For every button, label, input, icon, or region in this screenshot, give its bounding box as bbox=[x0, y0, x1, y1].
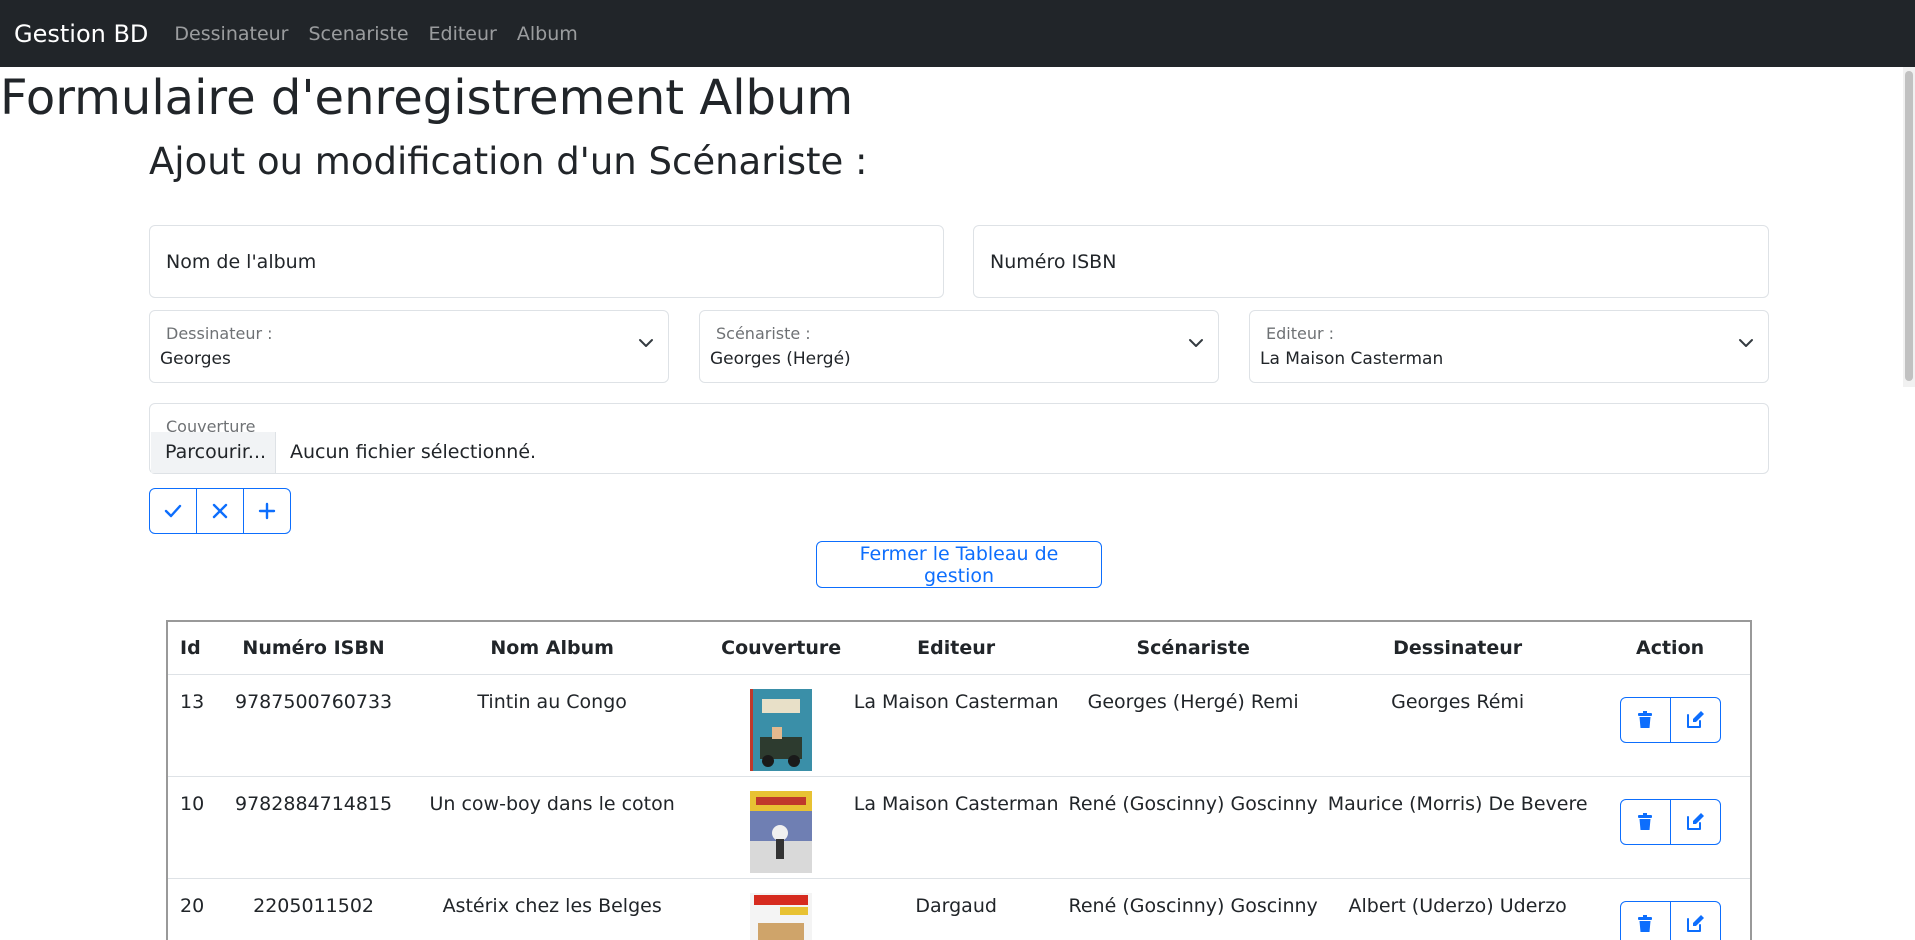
album-name-input[interactable] bbox=[149, 225, 944, 298]
table-row: 10 9782884714815 Un cow-boy dans le coto… bbox=[168, 776, 1750, 878]
chevron-down-icon bbox=[638, 337, 654, 349]
trash-icon bbox=[1637, 915, 1653, 933]
browse-button[interactable]: Parcourir... bbox=[151, 432, 276, 473]
cover-image bbox=[750, 893, 812, 940]
header-couverture: Couverture bbox=[711, 622, 851, 674]
cover-image bbox=[750, 689, 812, 771]
edit-button[interactable] bbox=[1670, 697, 1721, 743]
x-icon bbox=[211, 502, 229, 520]
dessinateur-select[interactable]: Dessinateur : Georges bbox=[149, 310, 669, 383]
editeur-select[interactable]: Editeur : La Maison Casterman bbox=[1249, 310, 1769, 383]
cell-editeur: Dargaud bbox=[851, 878, 1061, 940]
file-status: Aucun fichier sélectionné. bbox=[290, 432, 536, 473]
header-dessinateur: Dessinateur bbox=[1325, 622, 1590, 674]
cell-id: 10 bbox=[168, 776, 234, 878]
cell-id: 20 bbox=[168, 878, 234, 940]
scenariste-select[interactable]: Scénariste : Georges (Hergé) bbox=[699, 310, 1219, 383]
cell-nom-album: Astérix chez les Belges bbox=[393, 878, 711, 940]
cell-dessinateur: Georges Rémi bbox=[1325, 674, 1590, 776]
cell-dessinateur: Maurice (Morris) De Bevere bbox=[1325, 776, 1590, 878]
row-action-group bbox=[1620, 799, 1721, 845]
cell-editeur: La Maison Casterman bbox=[851, 776, 1061, 878]
header-scenariste: Scénariste bbox=[1061, 622, 1325, 674]
header-action: Action bbox=[1590, 622, 1750, 674]
album-table-container: Id Numéro ISBN Nom Album Couverture Edit… bbox=[166, 620, 1752, 940]
nav-link-editeur[interactable]: Editeur bbox=[429, 23, 497, 45]
cell-scenariste: Georges (Hergé) Remi bbox=[1061, 674, 1325, 776]
scrollbar-thumb[interactable] bbox=[1905, 71, 1913, 381]
cell-couverture bbox=[711, 878, 851, 940]
cell-nom-album: Tintin au Congo bbox=[393, 674, 711, 776]
cell-scenariste: René (Goscinny) Goscinny bbox=[1061, 776, 1325, 878]
cell-couverture bbox=[711, 776, 851, 878]
cancel-button[interactable] bbox=[196, 488, 244, 534]
nav-link-album[interactable]: Album bbox=[517, 23, 578, 45]
cover-image bbox=[750, 791, 812, 873]
row-action-group bbox=[1620, 901, 1721, 940]
plus-icon bbox=[258, 502, 276, 520]
trash-icon bbox=[1637, 813, 1653, 831]
edit-button[interactable] bbox=[1670, 799, 1721, 845]
navbar-brand[interactable]: Gestion BD bbox=[14, 20, 148, 48]
form-button-group bbox=[149, 488, 291, 534]
page-title: Formulaire d'enregistrement Album bbox=[0, 72, 853, 125]
row-action-group bbox=[1620, 697, 1721, 743]
add-button[interactable] bbox=[243, 488, 291, 534]
album-table: Id Numéro ISBN Nom Album Couverture Edit… bbox=[168, 622, 1750, 940]
delete-button[interactable] bbox=[1620, 901, 1671, 940]
page-scrollbar[interactable] bbox=[1903, 67, 1915, 387]
table-row: 20 2205011502 Astérix chez les Belges Da… bbox=[168, 878, 1750, 940]
cell-isbn: 9782884714815 bbox=[234, 776, 393, 878]
chevron-down-icon bbox=[1188, 337, 1204, 349]
cell-isbn: 9787500760733 bbox=[234, 674, 393, 776]
cell-id: 13 bbox=[168, 674, 234, 776]
cell-editeur: La Maison Casterman bbox=[851, 674, 1061, 776]
edit-icon bbox=[1685, 710, 1705, 730]
dessinateur-value: Georges bbox=[160, 349, 231, 369]
nav-link-dessinateur[interactable]: Dessinateur bbox=[174, 23, 288, 45]
navbar: Gestion BD Dessinateur Scenariste Editeu… bbox=[0, 0, 1915, 67]
couverture-file-field: Couverture Parcourir... Aucun fichier sé… bbox=[149, 403, 1769, 474]
confirm-button[interactable] bbox=[149, 488, 197, 534]
trash-icon bbox=[1637, 711, 1653, 729]
edit-icon bbox=[1685, 914, 1705, 934]
cell-scenariste: René (Goscinny) Goscinny bbox=[1061, 878, 1325, 940]
chevron-down-icon bbox=[1738, 337, 1754, 349]
delete-button[interactable] bbox=[1620, 799, 1671, 845]
dessinateur-label: Dessinateur : bbox=[166, 324, 273, 343]
scenariste-label: Scénariste : bbox=[716, 324, 811, 343]
table-header-row: Id Numéro ISBN Nom Album Couverture Edit… bbox=[168, 622, 1750, 674]
delete-button[interactable] bbox=[1620, 697, 1671, 743]
edit-button[interactable] bbox=[1670, 901, 1721, 940]
table-row: 13 9787500760733 Tintin au Congo La Mais… bbox=[168, 674, 1750, 776]
cell-nom-album: Un cow-boy dans le coton bbox=[393, 776, 711, 878]
header-isbn: Numéro ISBN bbox=[234, 622, 393, 674]
isbn-input[interactable] bbox=[973, 225, 1769, 298]
nav-link-scenariste[interactable]: Scenariste bbox=[309, 23, 409, 45]
cell-isbn: 2205011502 bbox=[234, 878, 393, 940]
close-table-button[interactable]: Fermer le Tableau de gestion bbox=[816, 541, 1102, 588]
cell-action bbox=[1590, 878, 1750, 940]
header-editeur: Editeur bbox=[851, 622, 1061, 674]
editeur-value: La Maison Casterman bbox=[1260, 349, 1443, 369]
header-nom-album: Nom Album bbox=[393, 622, 711, 674]
header-id: Id bbox=[168, 622, 234, 674]
cell-couverture bbox=[711, 674, 851, 776]
edit-icon bbox=[1685, 812, 1705, 832]
editeur-label: Editeur : bbox=[1266, 324, 1334, 343]
cell-action bbox=[1590, 776, 1750, 878]
cell-dessinateur: Albert (Uderzo) Uderzo bbox=[1325, 878, 1590, 940]
scenariste-value: Georges (Hergé) bbox=[710, 349, 851, 369]
check-icon bbox=[163, 503, 183, 519]
cell-action bbox=[1590, 674, 1750, 776]
form-subtitle: Ajout ou modification d'un Scénariste : bbox=[149, 140, 868, 184]
